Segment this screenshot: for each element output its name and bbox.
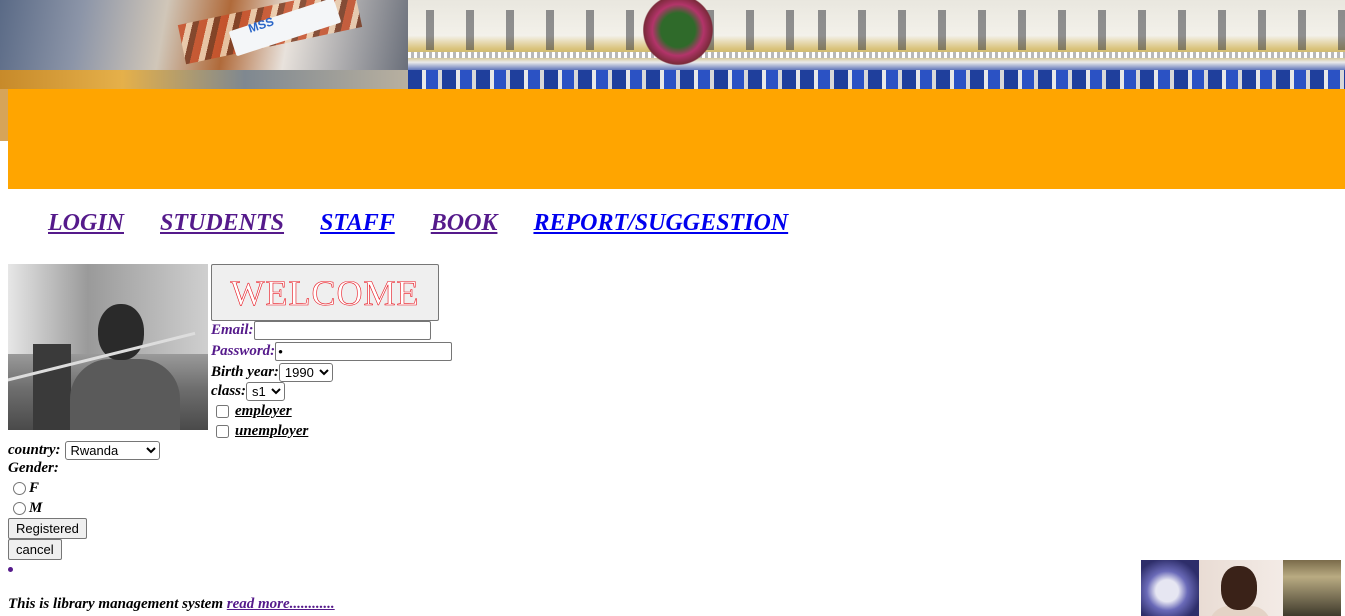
- gallery-thumbnail-portrait: [1199, 560, 1283, 616]
- nav-book-link[interactable]: BOOK: [431, 210, 498, 237]
- gender-f-row: F: [13, 480, 39, 497]
- class-label: class:: [211, 383, 246, 399]
- welcome-button[interactable]: WELCOME: [211, 264, 439, 321]
- country-label: country:: [8, 442, 61, 458]
- gallery-thumbnail: [1283, 560, 1341, 616]
- country-row: country: Rwanda: [8, 441, 160, 460]
- class-row: class: s1: [211, 382, 285, 401]
- email-row: Email:: [211, 321, 431, 340]
- banner-photo-left-strip: [0, 70, 408, 90]
- registered-button[interactable]: Registered: [8, 518, 87, 539]
- banner-photo-hotel: [408, 0, 800, 89]
- nav-staff-link[interactable]: STAFF: [320, 210, 395, 237]
- unemployer-label: unemployer: [235, 423, 309, 439]
- photo-person-body: [70, 359, 180, 430]
- country-select[interactable]: Rwanda: [64, 441, 160, 460]
- gender-m-row: M: [13, 500, 42, 517]
- hotel-rail: [408, 52, 800, 58]
- hotel-pool-chairs: [408, 70, 800, 89]
- birth-year-select[interactable]: 1990: [278, 363, 333, 382]
- unemployer-row: unemployer: [216, 423, 308, 440]
- email-field[interactable]: [253, 321, 431, 340]
- nav-login-link[interactable]: LOGIN: [48, 210, 124, 237]
- banner-photo-hotel-right: [800, 0, 1345, 89]
- gender-label: Gender:: [8, 460, 59, 476]
- hotel-rail: [800, 52, 1345, 58]
- read-more-link[interactable]: read more............: [227, 596, 335, 612]
- password-row: Password:: [211, 342, 453, 361]
- birth-year-label: Birth year:: [211, 364, 279, 380]
- gallery-thumbnails: [1141, 560, 1341, 616]
- profile-photo: [8, 264, 208, 430]
- hotel-tree: [643, 0, 713, 75]
- thumb-person-head: [1221, 566, 1257, 610]
- hotel-windows: [800, 10, 1345, 50]
- photo-door: [33, 344, 71, 430]
- birth-year-row: Birth year: 1990: [211, 363, 333, 382]
- main-nav: LOGIN STUDENTS STAFF BOOK REPORT/SUGGEST…: [48, 210, 824, 237]
- banner-left-edge: [0, 89, 8, 141]
- gender-f-radio[interactable]: [13, 482, 26, 495]
- employer-row: employer: [216, 403, 292, 420]
- banner-photo-left: MSS: [0, 0, 408, 70]
- password-field[interactable]: [275, 342, 453, 361]
- gender-m-label: M: [29, 500, 43, 516]
- bullet-dot: [8, 567, 13, 572]
- hotel-windows: [408, 10, 800, 50]
- footer-text-row: This is library management system read m…: [8, 596, 335, 613]
- nav-report-suggestion-link[interactable]: REPORT/SUGGESTION: [533, 210, 788, 237]
- orange-header-band: [8, 89, 1345, 189]
- hotel-pool-chairs: [800, 70, 1345, 89]
- employer-label: employer: [235, 403, 292, 419]
- nav-students-link[interactable]: STUDENTS: [160, 210, 284, 237]
- password-label: Password:: [211, 343, 276, 359]
- gallery-thumbnail: [1141, 560, 1199, 616]
- footer-text: This is library management system: [8, 596, 227, 612]
- email-label: Email:: [211, 322, 254, 338]
- gender-row: Gender:: [8, 460, 59, 477]
- cancel-button[interactable]: cancel: [8, 539, 62, 560]
- gender-f-label: F: [29, 480, 40, 496]
- gender-m-radio[interactable]: [13, 502, 26, 515]
- class-select[interactable]: s1: [246, 382, 285, 401]
- employer-checkbox[interactable]: [216, 405, 229, 418]
- unemployer-checkbox[interactable]: [216, 425, 229, 438]
